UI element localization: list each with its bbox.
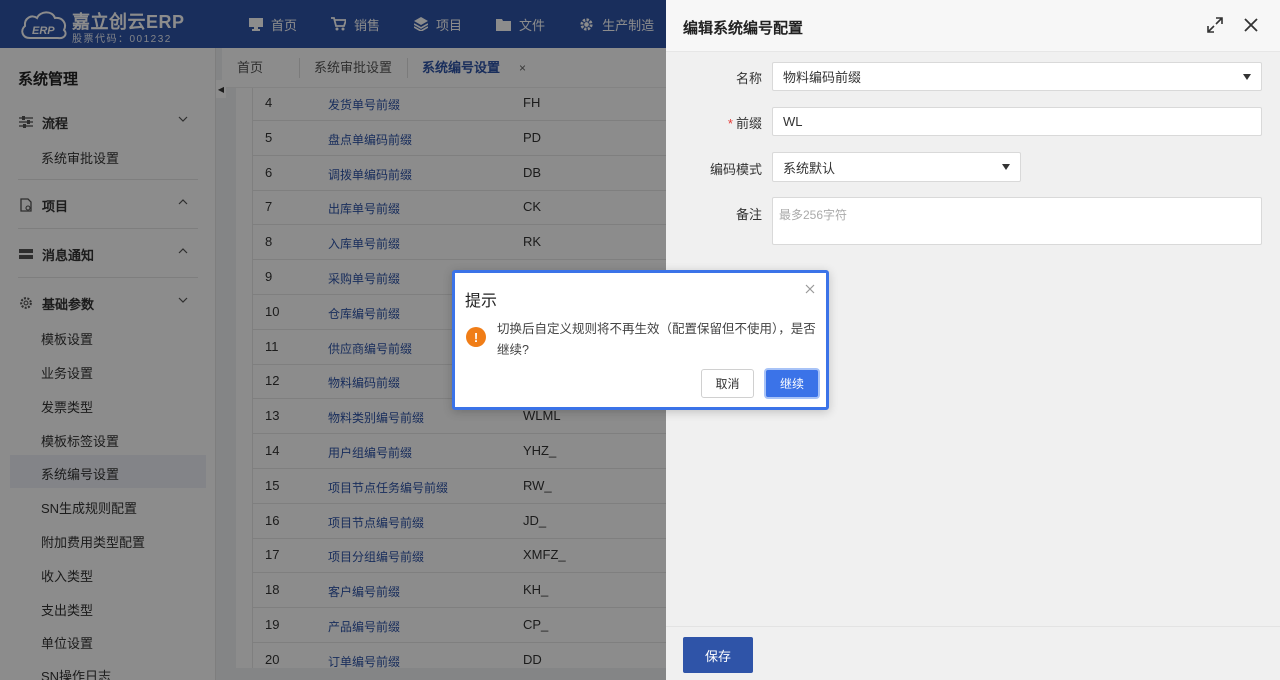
- remark-label: 备注: [735, 207, 762, 222]
- caret-down-icon: [1002, 164, 1010, 170]
- caret-down-icon: [1243, 73, 1251, 80]
- name-label: 名称: [735, 71, 762, 86]
- continue-button[interactable]: 继续: [764, 368, 820, 399]
- mode-select[interactable]: 系统默认: [772, 152, 1021, 182]
- dialog-title: 提示: [465, 293, 498, 310]
- close-icon[interactable]: [803, 282, 817, 296]
- save-button[interactable]: 保存: [683, 637, 753, 673]
- remark-placeholder: 最多256字符: [779, 208, 848, 222]
- drawer-title: 编辑系统编号配置: [683, 20, 804, 37]
- prefix-input[interactable]: WL: [772, 107, 1262, 136]
- remark-textarea[interactable]: 最多256字符: [772, 197, 1262, 245]
- mode-label: 编码模式: [709, 162, 762, 177]
- prefix-label-text: 前缀: [735, 116, 762, 131]
- expand-icon[interactable]: [1206, 16, 1224, 34]
- required-marker: *: [727, 116, 733, 131]
- prefix-input-value: WL: [783, 114, 803, 129]
- drawer-footer: 保存: [666, 626, 1280, 680]
- drawer-header: 编辑系统编号配置: [666, 0, 1280, 52]
- confirm-dialog: 提示 ! 切换后自定义规则将不再生效（配置保留但不使用），是否继续? 取消 继续: [452, 270, 829, 410]
- prefix-label: * 前缀: [666, 113, 762, 132]
- name-select[interactable]: 物料编码前缀: [772, 62, 1262, 91]
- mode-select-value: 系统默认: [783, 160, 836, 176]
- dialog-message: 切换后自定义规则将不再生效（配置保留但不使用），是否继续?: [497, 322, 816, 357]
- warning-icon: !: [466, 327, 486, 347]
- close-icon[interactable]: [1242, 16, 1260, 34]
- name-select-value: 物料编码前缀: [783, 70, 862, 85]
- cancel-button[interactable]: 取消: [701, 369, 754, 398]
